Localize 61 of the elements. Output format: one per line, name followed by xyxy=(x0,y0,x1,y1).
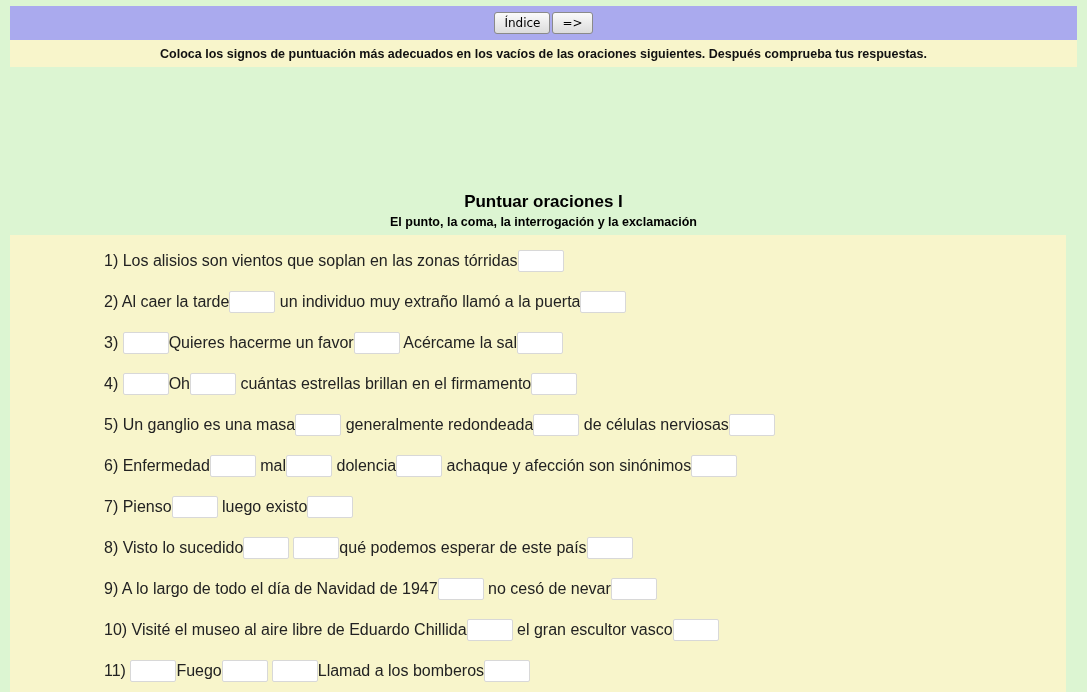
answer-field[interactable] xyxy=(286,455,333,477)
sentence-text: 7) Pienso xyxy=(104,498,172,516)
answer-field[interactable] xyxy=(517,250,564,272)
answer-field[interactable] xyxy=(691,455,738,477)
answer-field[interactable] xyxy=(243,537,290,559)
sentence-text: 3) xyxy=(104,334,120,352)
answer-field[interactable] xyxy=(295,414,342,436)
instructions-text: Coloca los signos de puntuación más adecuados en los vacíos de las oraciones siguientes. Después comprueba tus respuestas. xyxy=(160,46,927,61)
sentence-text: mal xyxy=(259,457,287,475)
sentence-text: Oh xyxy=(168,375,190,393)
answer-field[interactable] xyxy=(221,660,268,682)
sentence-text: 5) Un ganglio es una masa xyxy=(104,416,296,434)
sentence-text: luego existo xyxy=(221,498,308,516)
sentence-text: 6) Enfermedad xyxy=(104,457,210,475)
answer-field[interactable] xyxy=(122,332,169,354)
sentence-text: el gran escultor vasco xyxy=(516,621,673,639)
sentence-text: 4) xyxy=(104,375,120,393)
sentence-text: 9) A lo largo de todo el día de Navidad de 1947 xyxy=(104,580,438,598)
sentence-text: qué podemos esperar de este país xyxy=(339,539,587,557)
sentence-text: 1) Los alisios son vientos que soplan en las zonas tórridas xyxy=(104,252,518,270)
answer-field[interactable] xyxy=(728,414,775,436)
answer-field[interactable] xyxy=(610,578,657,600)
answer-field[interactable] xyxy=(307,496,354,518)
sentence-text: dolencia xyxy=(335,457,397,475)
nav-button[interactable]: => xyxy=(552,12,593,34)
answer-field[interactable] xyxy=(396,455,443,477)
sentence-text: Quieres hacerme un favor xyxy=(168,334,354,352)
answer-field[interactable] xyxy=(190,373,236,395)
answer-field[interactable] xyxy=(517,332,564,354)
sentence-text: de células nerviosas xyxy=(582,416,729,434)
answer-field[interactable] xyxy=(122,373,169,395)
sentence-text: 8) Visto lo sucedido xyxy=(104,539,244,557)
answer-field[interactable] xyxy=(293,537,340,559)
exercise-subtitle: El punto, la coma, la interrogación y la exclamación xyxy=(389,215,697,229)
sentence-text: Acércame la sal xyxy=(402,334,518,352)
answer-field[interactable] xyxy=(672,619,719,641)
answer-field[interactable] xyxy=(209,455,256,477)
answer-field[interactable] xyxy=(229,291,276,313)
exercise-title: Puntuar oraciones I xyxy=(464,192,623,212)
answer-field[interactable] xyxy=(533,414,580,436)
sentence-text: generalmente redondeada xyxy=(344,416,534,434)
nav-button[interactable]: Índice xyxy=(494,12,551,34)
answer-field[interactable] xyxy=(466,619,513,641)
answer-field[interactable] xyxy=(353,332,400,354)
answer-field[interactable] xyxy=(130,660,177,682)
answer-field[interactable] xyxy=(531,373,578,395)
answer-field[interactable] xyxy=(437,578,484,600)
sentence-text: 2) Al caer la tarde xyxy=(104,293,230,311)
sentence-text: 11) xyxy=(104,662,127,680)
sentence-text: achaque y afección son sinónimos xyxy=(445,457,692,475)
sentence-text: no cesó de nevar xyxy=(487,580,611,598)
sentence-text: 10) Visité el museo al aire libre de Eduardo Chillida xyxy=(104,621,467,639)
answer-field[interactable] xyxy=(171,496,218,518)
answer-field[interactable] xyxy=(484,660,531,682)
answer-field[interactable] xyxy=(586,537,633,559)
answer-field[interactable] xyxy=(271,660,318,682)
sentence-text: cuántas estrellas brillan en el firmamento xyxy=(239,375,532,393)
answer-field[interactable] xyxy=(580,291,627,313)
sentence-text: un individuo muy extraño llamó a la puerta xyxy=(278,293,581,311)
sentence-text: Fuego xyxy=(176,662,222,680)
sentence-text: Llamad a los bomberos xyxy=(317,662,485,680)
